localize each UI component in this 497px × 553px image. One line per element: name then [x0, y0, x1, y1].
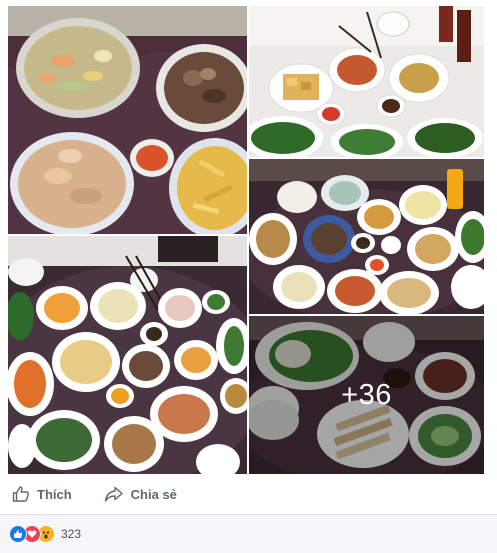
facebook-post: +36 Thích Chia sẻ 323 — [0, 0, 497, 553]
photo-1[interactable] — [8, 6, 247, 234]
reactions-bar: 323 — [0, 515, 497, 553]
photo-3[interactable] — [249, 159, 484, 314]
photo-4[interactable] — [8, 236, 247, 474]
reaction-icons[interactable] — [9, 525, 55, 543]
like-icon — [9, 525, 27, 543]
like-button[interactable]: Thích — [8, 480, 76, 508]
share-button[interactable]: Chia sẻ — [100, 480, 181, 508]
more-photos-overlay[interactable]: +36 — [249, 316, 484, 474]
photo-5-more[interactable]: +36 — [249, 316, 484, 474]
like-button-label: Thích — [37, 486, 72, 502]
photo-2-image — [249, 6, 484, 157]
thumbs-up-icon — [12, 485, 30, 503]
photo-4-image — [8, 236, 247, 474]
share-arrow-icon — [104, 485, 124, 503]
photo-1-image — [8, 6, 247, 234]
reaction-count[interactable]: 323 — [61, 527, 81, 541]
more-photos-count: +36 — [341, 378, 392, 411]
share-button-label: Chia sẻ — [130, 486, 177, 502]
photo-3-image — [249, 159, 484, 314]
photo-2[interactable] — [249, 6, 484, 157]
post-actions-bar: Thích Chia sẻ — [8, 476, 484, 512]
